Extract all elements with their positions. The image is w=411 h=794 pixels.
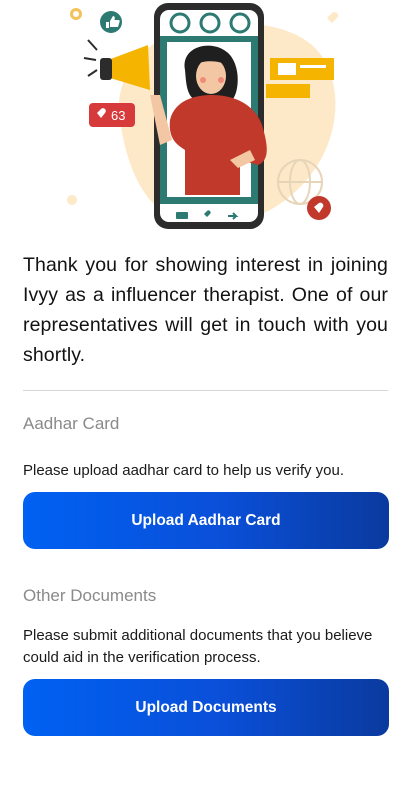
influencer-illustration: 63	[67, 3, 339, 229]
aadhar-description: Please upload aadhar card to help us ver…	[23, 462, 345, 479]
page: 63 Thank you for showing interest in joi…	[0, 0, 411, 794]
upload-documents-button[interactable]: Upload Documents	[23, 679, 389, 736]
heart-decoration	[327, 11, 339, 23]
aadhar-section-title: Aadhar Card	[23, 414, 120, 433]
megaphone-icon	[108, 45, 150, 90]
other-documents-description: Please submit additional documents that …	[23, 627, 373, 666]
like-count: 63	[111, 108, 125, 123]
other-documents-section-title: Other Documents	[23, 586, 157, 605]
hero-illustration: 63	[0, 0, 411, 236]
divider	[23, 390, 388, 391]
upload-aadhar-button[interactable]: Upload Aadhar Card	[23, 492, 389, 549]
intro-message: Thank you for showing interest in joinin…	[23, 254, 388, 366]
